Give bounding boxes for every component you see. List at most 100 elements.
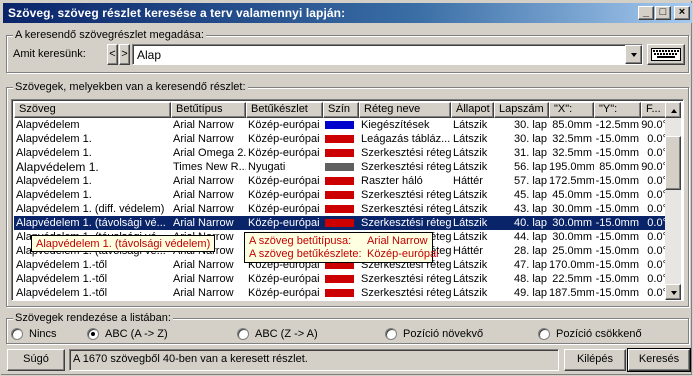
cell-color <box>323 132 359 146</box>
cell-layer: Szerkesztési réteg <box>361 161 451 173</box>
cell-state: Háttér <box>453 175 483 187</box>
radio-button[interactable] <box>11 328 23 340</box>
cell-state: Látszik <box>453 161 488 173</box>
minimize-button[interactable]: _ <box>638 6 654 20</box>
sort-option-abc-asc[interactable]: ABC (A -> Z) <box>87 328 187 342</box>
color-swatch <box>325 219 354 227</box>
sort-option-none[interactable]: Nincs <box>11 328 81 342</box>
cell-layer: Kiegészítések <box>361 119 430 131</box>
table-row[interactable]: Alapvédelem 1. (diff. védelem) Arial Narr… <box>14 202 669 216</box>
prev-button[interactable]: < <box>107 44 118 65</box>
scroll-thumb[interactable] <box>665 136 681 190</box>
cell-text: Alapvédelem 1. <box>16 147 92 159</box>
cell-x: 22.5mm <box>552 273 592 285</box>
column-header-state[interactable]: Állapot <box>451 102 494 118</box>
cell-state: Látszik <box>453 231 488 243</box>
cell-text: Alapvédelem <box>16 119 80 131</box>
cell-x: 170.0mm <box>549 259 594 271</box>
cell-x: 187.5mm <box>549 287 594 299</box>
exit-button[interactable]: Kilépés <box>564 349 626 371</box>
sort-option-position-asc[interactable]: Pozíció növekvő <box>385 328 495 342</box>
cell-color <box>323 188 359 202</box>
column-header-text[interactable]: Szöveg <box>14 102 171 118</box>
scroll-up-button[interactable] <box>665 102 681 118</box>
color-swatch <box>325 205 354 213</box>
title-bar[interactable]: Szöveg, szöveg részlet keresése a terv v… <box>3 3 692 23</box>
cell-layer: Raszter háló <box>361 175 423 187</box>
table-row[interactable]: Alapvédelem 1. Arial Narrow Közép-európai R… <box>14 174 669 188</box>
cell-y: -15.0mm <box>595 231 639 243</box>
table-row[interactable]: Alapvédelem 1. Arial Omega 2... Közép-euró… <box>14 146 669 160</box>
table-row[interactable]: Alapvédelem 1. (távolsági vé... Arial Nar… <box>14 216 669 230</box>
table-row[interactable]: Alapvédelem 1.-től Arial Narrow Közép-euró… <box>14 286 669 300</box>
cell-charset: Közép-európai <box>248 287 320 299</box>
cell-layer: Leágazás tábláz... <box>361 133 451 145</box>
results-list[interactable]: Szöveg Betűtípus Betűkészlet Szín Réteg … <box>11 99 684 301</box>
table-row[interactable]: Alapvédelem 1. Arial Narrow Közép-európai L… <box>14 132 669 146</box>
column-header-color[interactable]: Szín <box>323 102 359 118</box>
search-button[interactable]: Keresés <box>627 348 691 372</box>
cell-text: Alapvédelem 1. (távolsági vé... <box>16 217 166 229</box>
table-row[interactable]: Alapvédelem Arial Narrow Közép-európai Kieg… <box>14 118 669 132</box>
cell-state: Látszik <box>453 189 488 201</box>
column-header-x[interactable]: "X": <box>549 102 594 118</box>
sort-option-abc-desc[interactable]: ABC (Z -> A) <box>237 328 337 342</box>
maximize-button[interactable]: □ <box>655 6 671 20</box>
sort-option-position-desc[interactable]: Pozíció csökkenő <box>538 328 658 342</box>
table-row[interactable]: Alapvédelem 1. Arial Narrow Közép-európai S… <box>14 188 669 202</box>
cell-y: -12.5mm <box>595 119 639 131</box>
info-charset-label: A szöveg betűkészlete: <box>249 248 362 260</box>
status-text: A 1670 szövegből 40-ben van a keresett r… <box>69 349 559 371</box>
cell-charset: Nyugati <box>248 161 286 173</box>
radio-button[interactable] <box>237 328 249 340</box>
cell-layer: Szerkesztési réteg <box>361 203 451 215</box>
radio-button[interactable] <box>538 328 550 340</box>
cell-x: 45.0mm <box>552 189 592 201</box>
search-dropdown-button[interactable] <box>625 45 642 64</box>
radio-button[interactable] <box>385 328 397 340</box>
search-combo[interactable]: Alap <box>132 44 643 65</box>
cell-page: 31. lap <box>513 147 547 159</box>
cell-page: 43. lap <box>513 203 547 215</box>
cell-color <box>323 160 359 174</box>
cell-charset: Közép-európai <box>248 203 320 215</box>
cell-x: 195.0mm <box>549 161 594 173</box>
cell-font: Arial Narrow <box>173 273 234 285</box>
keyboard-button[interactable] <box>647 44 685 65</box>
column-header-y[interactable]: "Y": <box>594 102 641 118</box>
cell-x: 32.5mm <box>552 133 592 145</box>
column-header-page[interactable]: Lapszám <box>494 102 549 118</box>
list-scrollbar[interactable] <box>665 102 681 300</box>
cell-page: 30. lap <box>513 119 547 131</box>
table-row[interactable]: Alapvédelem 1.-től Arial Narrow Közép-euró… <box>14 272 669 286</box>
chevron-down-icon <box>671 291 677 295</box>
cell-text: Alapvédelem 1. <box>16 160 99 174</box>
cell-state: Látszik <box>453 217 488 229</box>
column-header-font[interactable]: Betűtípus <box>171 102 246 118</box>
info-charset-value: Közép-európai <box>367 248 439 260</box>
cell-state: Látszik <box>453 273 488 285</box>
table-row[interactable]: Alapvédelem 1. Times New R... Nyugati Szerk… <box>14 160 669 174</box>
cell-charset: Közép-európai <box>248 119 320 131</box>
chevron-up-icon <box>671 109 677 113</box>
cell-text: Alapvédelem 1. (diff. védelem) <box>16 203 165 215</box>
column-header-layer[interactable]: Réteg neve <box>359 102 451 118</box>
cell-page: 49. lap <box>513 287 547 299</box>
next-button[interactable]: > <box>119 44 130 65</box>
column-header-charset[interactable]: Betűkészlet <box>246 102 323 118</box>
cell-layer: Szerkesztési réteg <box>361 287 451 299</box>
cell-page: 48. lap <box>513 273 547 285</box>
cell-page: 56. lap <box>513 161 547 173</box>
close-button[interactable]: × <box>674 6 690 20</box>
cell-y: -15.0mm <box>595 147 639 159</box>
search-input[interactable]: Alap <box>137 48 161 62</box>
keyboard-icon <box>651 48 681 61</box>
cell-x: 30.0mm <box>552 217 592 229</box>
radio-button[interactable] <box>87 328 99 340</box>
cell-font: Arial Narrow <box>173 133 234 145</box>
scroll-down-button[interactable] <box>665 284 681 300</box>
cell-state: Látszik <box>453 203 488 215</box>
cell-state: Látszik <box>453 119 488 131</box>
info-font-label: A szöveg betűtípusa: <box>249 235 352 247</box>
help-button[interactable]: Súgó <box>7 349 65 371</box>
